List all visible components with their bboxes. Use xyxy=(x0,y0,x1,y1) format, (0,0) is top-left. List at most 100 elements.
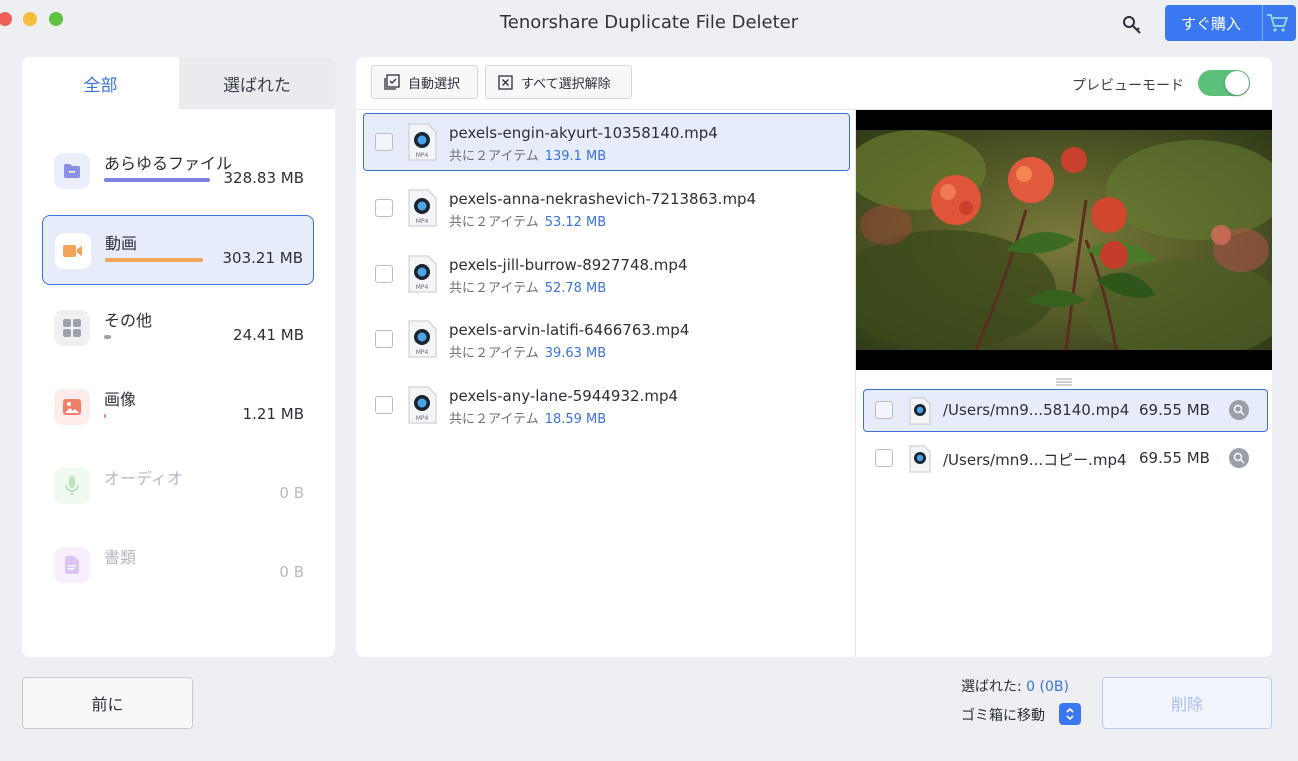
svg-text:MP4: MP4 xyxy=(416,415,429,422)
category-other[interactable]: その他 24.41 MB xyxy=(42,293,314,363)
file-size: 52.78 MB xyxy=(544,281,607,296)
auto-select-label: 自動選択 xyxy=(408,76,461,92)
category-label: 書類 xyxy=(104,548,137,567)
category-bar xyxy=(104,178,210,182)
deselect-all-button[interactable]: すべて選択解除 xyxy=(485,65,632,99)
image-icon xyxy=(54,389,90,425)
tab-selected[interactable]: 選ばれた xyxy=(179,57,335,109)
delete-button[interactable]: 削除 xyxy=(1102,677,1272,729)
search-icon[interactable] xyxy=(1229,448,1249,468)
selected-value: 0 (0B) xyxy=(1026,679,1069,695)
mp4-file-icon: MP4 xyxy=(407,189,437,231)
category-documents[interactable]: 書類 0 B xyxy=(42,530,314,600)
checkbox-checked-icon xyxy=(384,74,400,90)
file-name: pexels-jill-burrow-8927748.mp4 xyxy=(449,256,688,274)
preview-mode-label: プレビューモード xyxy=(1072,78,1184,94)
svg-text:MP4: MP4 xyxy=(416,284,429,291)
duplicate-checkbox[interactable] xyxy=(875,449,893,467)
category-size: 24.41 MB xyxy=(233,326,304,344)
key-icon[interactable] xyxy=(1121,14,1143,36)
file-row[interactable]: MP4 pexels-any-lane-5944932.mp4 共に２アイテム 1… xyxy=(363,376,850,434)
auto-select-button[interactable]: 自動選択 xyxy=(371,65,478,99)
duplicate-size: 69.55 MB xyxy=(1139,449,1210,467)
mp4-file-icon xyxy=(908,397,932,429)
files-panel: 自動選択 すべて選択解除 プレビューモード MP4 pexels-engin-a… xyxy=(356,57,1272,657)
selected-summary: 選ばれた: 0 (0B) xyxy=(961,679,1069,695)
video-preview[interactable] xyxy=(856,110,1272,370)
file-name: pexels-any-lane-5944932.mp4 xyxy=(449,387,679,405)
file-meta: 共に２アイテム 139.1 MB xyxy=(449,149,607,164)
cart-icon xyxy=(1265,12,1289,38)
mp4-file-icon: MP4 xyxy=(407,123,437,165)
mp4-file-icon: MP4 xyxy=(407,255,437,297)
category-all-files[interactable]: あらゆるファイル 328.83 MB xyxy=(42,136,314,206)
category-size: 328.83 MB xyxy=(223,169,305,187)
file-meta: 共に２アイテム 18.59 MB xyxy=(449,412,607,427)
video-icon xyxy=(55,233,91,269)
buy-now-button[interactable]: すぐ購入 xyxy=(1165,5,1296,41)
file-meta: 共に２アイテム 53.12 MB xyxy=(449,215,607,230)
folder-icon xyxy=(54,153,90,189)
category-panel: 全部 選ばれた あらゆるファイル 328.83 MB 動画 303.21 MB … xyxy=(22,57,335,657)
deselect-all-label: すべて選択解除 xyxy=(521,76,611,92)
mp4-file-icon: MP4 xyxy=(407,320,437,362)
category-size: 303.21 MB xyxy=(222,249,304,267)
duplicate-path: /Users/mn9...58140.mp4 xyxy=(943,401,1130,419)
category-image[interactable]: 画像 1.21 MB xyxy=(42,372,314,442)
category-label: 画像 xyxy=(104,390,137,409)
tab-all[interactable]: 全部 xyxy=(22,57,179,109)
file-row[interactable]: MP4 pexels-anna-nekrashevich-7213863.mp4… xyxy=(363,179,850,237)
file-meta: 共に２アイテム 52.78 MB xyxy=(449,281,607,296)
trash-option-select[interactable] xyxy=(1059,703,1081,725)
file-row[interactable]: MP4 pexels-engin-akyurt-10358140.mp4 共に２… xyxy=(363,113,850,171)
file-size: 139.1 MB xyxy=(544,149,607,164)
mp4-file-icon xyxy=(908,445,932,477)
file-checkbox[interactable] xyxy=(375,396,393,414)
category-label: オーディオ xyxy=(104,469,183,488)
preview-image xyxy=(856,130,1272,350)
svg-text:MP4: MP4 xyxy=(416,349,429,356)
preview-mode-toggle[interactable] xyxy=(1198,70,1250,96)
search-icon[interactable] xyxy=(1229,400,1249,420)
file-checkbox[interactable] xyxy=(375,330,393,348)
app-title: Tenorshare Duplicate File Deleter xyxy=(499,12,799,33)
file-size: 18.59 MB xyxy=(544,412,607,427)
category-label: 動画 xyxy=(105,234,138,253)
trash-option-label: ゴミ箱に移動 xyxy=(961,708,1045,724)
category-size: 1.21 MB xyxy=(242,405,304,423)
category-size: 0 B xyxy=(279,563,304,581)
file-meta: 共に２アイテム 39.63 MB xyxy=(449,346,607,361)
file-size: 53.12 MB xyxy=(544,215,607,230)
category-bar xyxy=(104,414,106,418)
category-size: 0 B xyxy=(279,484,304,502)
buy-now-label: すぐ購入 xyxy=(1181,14,1242,33)
grid-icon xyxy=(54,310,90,346)
category-bar xyxy=(104,335,111,339)
category-audio[interactable]: オーディオ 0 B xyxy=(42,451,314,521)
file-name: pexels-engin-akyurt-10358140.mp4 xyxy=(449,124,718,142)
file-size: 39.63 MB xyxy=(544,346,607,361)
file-name: pexels-anna-nekrashevich-7213863.mp4 xyxy=(449,190,757,208)
mp4-file-icon: MP4 xyxy=(407,386,437,428)
category-bar xyxy=(105,258,203,262)
duplicate-size: 69.55 MB xyxy=(1139,401,1210,419)
duplicate-row[interactable]: /Users/mn9...58140.mp4 69.55 MB xyxy=(863,389,1268,432)
category-video[interactable]: 動画 303.21 MB xyxy=(42,215,314,285)
svg-text:MP4: MP4 xyxy=(416,218,429,225)
duplicate-row[interactable]: /Users/mn9...コピー.mp4 69.55 MB xyxy=(863,437,1268,480)
file-row[interactable]: MP4 pexels-jill-burrow-8927748.mp4 共に２アイ… xyxy=(363,245,850,303)
duplicate-checkbox[interactable] xyxy=(875,401,893,419)
file-row[interactable]: MP4 pexels-arvin-latifi-6466763.mp4 共に２ア… xyxy=(363,310,850,368)
title-bar: Tenorshare Duplicate File Deleter すぐ購入 xyxy=(0,0,1298,46)
file-name: pexels-arvin-latifi-6466763.mp4 xyxy=(449,321,690,339)
file-checkbox[interactable] xyxy=(375,133,393,151)
file-checkbox[interactable] xyxy=(375,199,393,217)
checkbox-x-icon xyxy=(498,74,513,90)
duplicate-path: /Users/mn9...コピー.mp4 xyxy=(943,451,1127,469)
category-label: その他 xyxy=(104,311,153,330)
category-label: あらゆるファイル xyxy=(104,154,233,173)
document-icon xyxy=(54,547,90,583)
file-checkbox[interactable] xyxy=(375,265,393,283)
svg-text:MP4: MP4 xyxy=(416,152,429,159)
previous-button[interactable]: 前に xyxy=(22,677,193,729)
